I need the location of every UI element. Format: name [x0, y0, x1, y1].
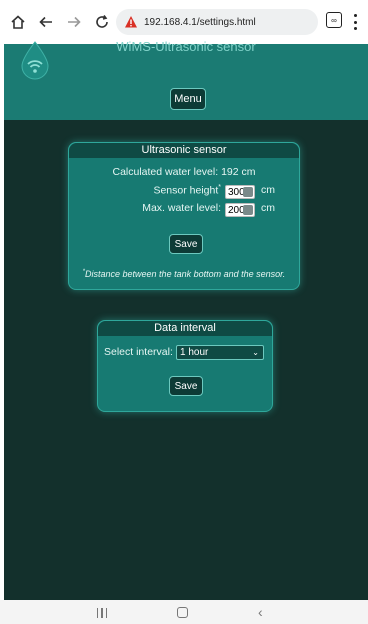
spinner-icon[interactable]	[243, 205, 253, 215]
sensor-height-label: Sensor height*	[153, 184, 221, 197]
panel-title: Ultrasonic sensor	[69, 143, 299, 158]
ultrasonic-sensor-panel: Ultrasonic sensor Calculated water level…	[68, 142, 300, 290]
save-sensor-button[interactable]: Save	[169, 234, 203, 254]
menu-button[interactable]: Menu	[170, 88, 206, 110]
back-nav-icon[interactable]: ‹	[258, 604, 263, 620]
spinner-icon[interactable]	[243, 187, 253, 197]
calculated-water-level: Calculated water level: 192 cm	[69, 166, 299, 178]
forward-arrow-icon[interactable]	[64, 12, 84, 32]
page-title: WiMS-Ultrasonic sensor	[116, 39, 256, 54]
data-interval-panel: Data interval Select interval: 1 hour ⌄ …	[97, 320, 273, 412]
panel-title: Data interval	[98, 321, 272, 336]
url-text[interactable]: 192.168.4.1/settings.html	[144, 17, 256, 28]
save-interval-button[interactable]: Save	[169, 376, 203, 396]
footnote: *Distance between the tank bottom and th…	[82, 269, 286, 279]
max-water-level-input[interactable]: 200	[225, 203, 255, 217]
not-secure-warning-icon[interactable]	[124, 15, 138, 29]
web-page: WiMS-Ultrasonic sensor Menu Ultrasonic s…	[4, 40, 368, 600]
address-bar[interactable]: 192.168.4.1/settings.html	[116, 9, 318, 35]
back-arrow-icon[interactable]	[36, 12, 56, 32]
recent-apps-icon[interactable]	[97, 608, 107, 618]
max-water-level-label: Max. water level:	[142, 202, 221, 214]
more-options-icon[interactable]	[350, 12, 360, 32]
home-nav-icon[interactable]	[177, 607, 188, 618]
calculated-value: 192 cm	[221, 166, 256, 178]
browser-toolbar: 192.168.4.1/settings.html ∞	[0, 0, 368, 44]
home-icon[interactable]	[8, 12, 28, 32]
select-interval-label: Select interval:	[104, 346, 173, 358]
reload-icon[interactable]	[92, 12, 112, 32]
calculated-label: Calculated water level:	[112, 166, 219, 178]
sensor-height-unit: cm	[261, 184, 275, 196]
chevron-down-icon: ⌄	[252, 348, 259, 357]
interval-select[interactable]: 1 hour ⌄	[176, 345, 264, 360]
system-navigation-bar: ‹	[0, 600, 368, 624]
page-header: WiMS-Ultrasonic sensor Menu	[4, 40, 368, 120]
tab-switcher-button[interactable]: ∞	[326, 12, 342, 28]
max-water-level-unit: cm	[261, 202, 275, 214]
sensor-height-input[interactable]: 300	[225, 185, 255, 199]
